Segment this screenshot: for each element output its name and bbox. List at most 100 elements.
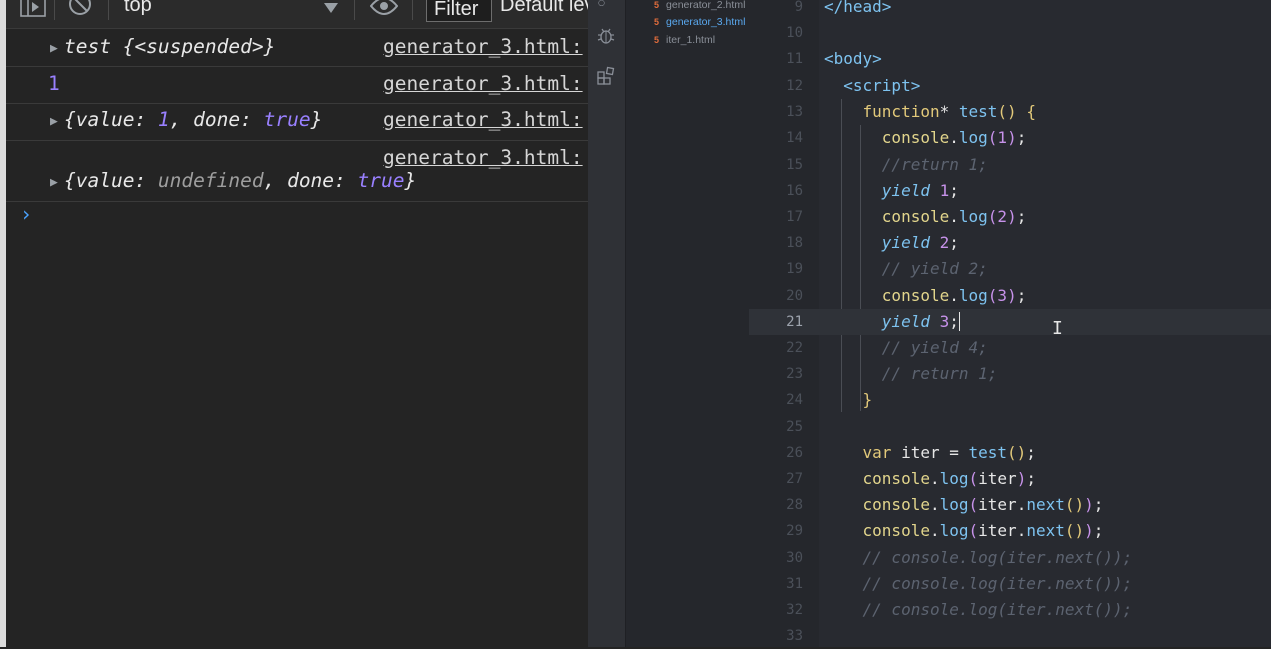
line-number: 23 (786, 366, 803, 382)
code-line[interactable]: 30 // console.log(iter.next()); (749, 545, 1271, 571)
line-number: 26 (786, 445, 803, 461)
html-file-icon: 5 (654, 0, 660, 10)
extensions-icon[interactable] (596, 66, 616, 90)
code-line[interactable]: 22 // yield 4; (749, 335, 1271, 361)
code-line[interactable]: 18 yield 2; (749, 230, 1271, 256)
code-line[interactable]: 20 console.log(3); (749, 283, 1271, 309)
debug-icon[interactable] (596, 26, 616, 50)
code-text: function* test() { (862, 102, 1036, 121)
line-number: 16 (786, 183, 803, 199)
console-message[interactable]: ▶ {value: 1, done: true} generator_3.htm… (6, 104, 588, 141)
line-number: 13 (786, 104, 803, 120)
code-line[interactable]: 29 console.log(iter.next()); (749, 518, 1271, 544)
devtools-console-panel: top Filter Default levels ▶ test {<suspe… (0, 0, 594, 647)
object-suffix: } (404, 169, 417, 192)
code-line[interactable]: 9 </head> (749, 0, 1271, 20)
code-line[interactable]: 32 // console.log(iter.next()); (749, 597, 1271, 623)
line-number: 10 (786, 25, 803, 41)
console-message[interactable]: generator_3.html: ▶ {value: undefined, d… (6, 141, 588, 202)
code-text: console.log(iter); (862, 469, 1036, 488)
chevron-down-icon[interactable] (324, 0, 338, 16)
code-line[interactable]: 25 (749, 414, 1271, 440)
line-number: 9 (794, 0, 803, 15)
code-text: // yield 2; (881, 259, 988, 278)
console-source-link[interactable]: generator_3.html: (383, 72, 588, 95)
console-messages: ▶ test {<suspended>} generator_3.html: 1… (6, 29, 588, 202)
code-line[interactable]: 26 var iter = test(); (749, 440, 1271, 466)
console-source-link[interactable]: generator_3.html: (383, 108, 588, 131)
code-text: // console.log(iter.next()); (862, 574, 1133, 593)
code-line[interactable]: 31 // console.log(iter.next()); (749, 571, 1271, 597)
line-number: 30 (786, 550, 803, 566)
code-line[interactable]: 12 <script> (749, 73, 1271, 99)
line-number: 22 (786, 340, 803, 356)
code-text: // return 1; (881, 364, 998, 383)
file-name: generator_3.html (666, 16, 746, 28)
line-number: 12 (786, 78, 803, 94)
file-name: generator_2.html (666, 0, 746, 11)
code-line[interactable]: 11 <body> (749, 46, 1271, 72)
code-text: </head> (824, 0, 892, 16)
code-line[interactable]: 15 //return 1; (749, 152, 1271, 178)
console-message[interactable]: ▶ test {<suspended>} generator_3.html: (6, 29, 588, 67)
code-line[interactable]: 13 function* test() { (749, 99, 1271, 125)
line-number: 33 (786, 628, 803, 644)
code-line-active[interactable]: 21 yield 3; (749, 309, 1271, 335)
object-done: true (263, 108, 311, 131)
sidebar-toggle-icon[interactable] (20, 0, 46, 19)
expand-triangle-icon[interactable]: ▶ (50, 41, 58, 56)
clear-console-icon[interactable] (68, 0, 92, 19)
code-line[interactable]: 24 } (749, 387, 1271, 413)
toolbar-separator (354, 0, 355, 20)
line-number: 15 (786, 157, 803, 173)
toolbar-separator (54, 0, 55, 20)
expand-triangle-icon[interactable]: ▶ (50, 114, 58, 129)
editor-pane[interactable]: 9 </head> 10 11 <body> 12 <script> 13 func… (749, 0, 1271, 647)
code-text: yield 2; (881, 233, 959, 252)
line-number: 21 (786, 314, 803, 330)
console-source-link[interactable]: generator_3.html: (383, 35, 588, 58)
expand-triangle-icon[interactable]: ▶ (50, 175, 58, 190)
object-prefix: {value: (64, 169, 158, 192)
code-text: yield 3; (881, 312, 960, 331)
object-done: true (357, 169, 405, 192)
console-message: 1 generator_3.html: (6, 67, 588, 104)
file-explorer: 5 generator_2.html 5 generator_3.html 5 ite… (625, 0, 750, 647)
line-number: 24 (786, 392, 803, 408)
object-value: 1 (157, 108, 170, 131)
line-number: 31 (786, 576, 803, 592)
line-number: 18 (786, 235, 803, 251)
code-line[interactable]: 27 console.log(iter); (749, 466, 1271, 492)
code-line[interactable]: 19 // yield 2; (749, 256, 1271, 282)
code-line[interactable]: 33 (749, 623, 1271, 649)
html-file-icon: 5 (654, 35, 660, 45)
context-selector[interactable]: top (124, 0, 152, 17)
file-item-generator-2[interactable]: 5 generator_2.html (654, 0, 745, 11)
code-line[interactable]: 17 console.log(2); (749, 204, 1271, 230)
console-prompt[interactable]: › (20, 202, 32, 226)
code-line[interactable]: 23 // return 1; (749, 361, 1271, 387)
code-line[interactable]: 14 console.log(1); (749, 125, 1271, 151)
code-line[interactable]: 10 (749, 20, 1271, 46)
file-item-iter-1[interactable]: 5 iter_1.html (654, 34, 715, 46)
console-source-link[interactable]: generator_3.html: (383, 146, 588, 169)
code-text: <script> (843, 76, 921, 95)
code-text: // console.log(iter.next()); (862, 600, 1133, 619)
filter-input[interactable]: Filter (426, 0, 492, 22)
code-line[interactable]: 16 yield 1; (749, 178, 1271, 204)
file-item-generator-3[interactable]: 5 generator_3.html (654, 16, 745, 28)
line-number: 25 (786, 419, 803, 435)
console-message-text: test {<suspended>} (64, 35, 276, 58)
eye-icon[interactable] (369, 0, 399, 19)
dot-icon: ○ (598, 0, 605, 7)
code-line[interactable]: 28 console.log(iter.next()); (749, 492, 1271, 518)
log-levels-dropdown[interactable]: Default levels (500, 0, 594, 17)
text-caret (958, 312, 960, 331)
code-text: // yield 4; (881, 338, 988, 357)
code-text: console.log(2); (881, 207, 1027, 226)
object-suffix: } (310, 108, 323, 131)
code-text: var iter = test(); (862, 443, 1036, 462)
object-mid: , done: (263, 169, 358, 192)
activity-bar: ○ (588, 0, 625, 647)
code-text: } (862, 390, 873, 409)
